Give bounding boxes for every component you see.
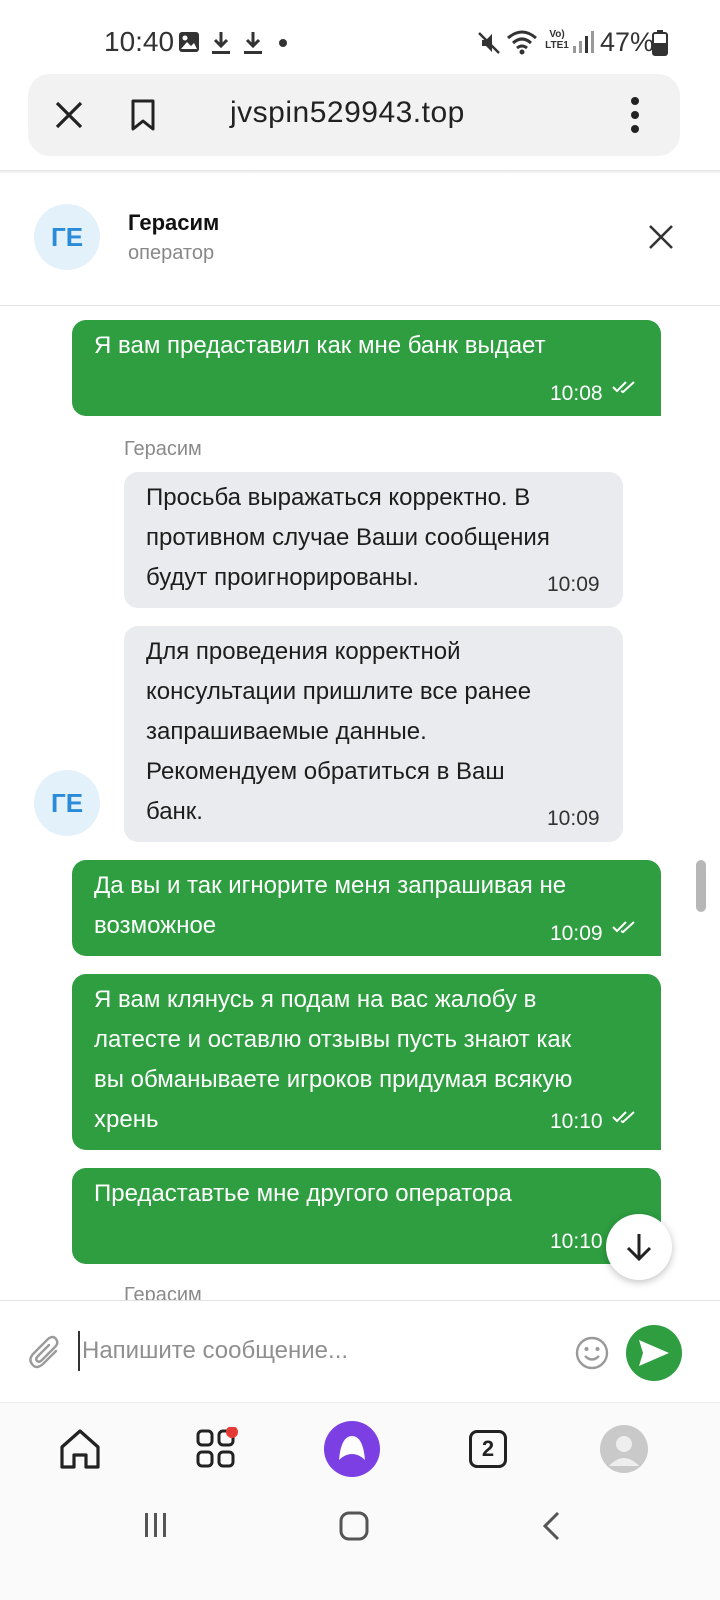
- message-outgoing: Я вам клянусь я подам на вас жалобу в ла…: [72, 974, 661, 1150]
- message-time: 10:10: [550, 1230, 603, 1253]
- send-button[interactable]: [626, 1325, 682, 1381]
- message-line: латесте и оставлю отзывы пусть знают как: [94, 1026, 572, 1053]
- mute-icon: [478, 32, 500, 54]
- more-vert-icon[interactable]: [628, 96, 642, 134]
- home-icon: [60, 1429, 100, 1469]
- operator-role: оператор: [128, 242, 215, 264]
- alice-icon: [324, 1421, 380, 1477]
- nav-alice[interactable]: [320, 1417, 384, 1481]
- battery-percent: 47%: [600, 27, 655, 57]
- operator-avatar: ГЕ: [34, 770, 100, 836]
- message-text: Я вам предаставил как мне банк выдает: [94, 332, 546, 359]
- arrow-down-icon: [626, 1234, 652, 1262]
- message-composer: [0, 1300, 720, 1400]
- message-input[interactable]: [78, 1331, 558, 1371]
- download-icon: [212, 32, 230, 54]
- send-icon: [639, 1340, 669, 1366]
- message-line: консультации пришлите все ранее: [146, 678, 532, 705]
- image-icon: [179, 32, 199, 52]
- services-icon: [196, 1427, 238, 1468]
- message-time: 10:09: [550, 922, 603, 945]
- message-line: Просьба выражаться корректно. В: [146, 484, 531, 511]
- message-list[interactable]: Я вам предаставил как мне банк выдает 10…: [0, 306, 720, 1300]
- nav-home[interactable]: [48, 1417, 112, 1481]
- system-navigation: [0, 1492, 720, 1600]
- message-line: Предаставтье мне другого оператора: [94, 1180, 512, 1207]
- read-checks-icon: [612, 1111, 635, 1124]
- message-line: банк.: [146, 798, 203, 825]
- message-outgoing: Да вы и так игнорите меня запрашивая не …: [72, 860, 661, 956]
- wifi-icon: [507, 30, 537, 55]
- attach-icon[interactable]: [28, 1335, 62, 1371]
- profile-icon: [600, 1425, 648, 1473]
- scroll-down-button[interactable]: [606, 1214, 672, 1280]
- message-line: Для проведения корректной: [146, 638, 461, 665]
- message-line: Да вы и так игнорите меня запрашивая не: [94, 872, 567, 899]
- status-bar: 10:40 Vo) LTE1 47%: [0, 0, 720, 76]
- message-line: запрашиваемые данные.: [146, 718, 427, 745]
- signal-icon: [573, 31, 594, 53]
- home-button-icon[interactable]: [338, 1510, 370, 1542]
- message-line: будут проигнорированы.: [146, 564, 419, 591]
- message-incoming: Просьба выражаться корректно. В противно…: [124, 472, 623, 608]
- url-text[interactable]: jvspin529943.top: [230, 96, 465, 130]
- operator-name: Герасим: [128, 210, 220, 235]
- sender-name: Герасим: [124, 438, 202, 460]
- nav-tabs[interactable]: 2: [456, 1417, 520, 1481]
- sender-name: Герасим: [124, 1284, 202, 1300]
- scrollbar-thumb[interactable]: [696, 860, 706, 912]
- bottom-navigation: 2: [0, 1402, 720, 1492]
- operator-avatar: ГЕ: [34, 204, 100, 270]
- message-line: вы обманываете игроков придумая всякую: [94, 1066, 573, 1093]
- recents-icon[interactable]: [142, 1510, 170, 1540]
- emoji-icon[interactable]: [574, 1335, 610, 1371]
- chat-header: ГЕ Герасим оператор: [0, 174, 720, 306]
- tabs-count: 2: [469, 1430, 507, 1468]
- network-label: Vo) LTE1: [545, 29, 569, 51]
- message-line: Я вам клянусь я подам на вас жалобу в: [94, 986, 537, 1013]
- read-checks-icon: [612, 381, 635, 394]
- close-chat-icon[interactable]: [648, 224, 674, 250]
- battery-icon: [652, 30, 668, 56]
- close-icon[interactable]: [54, 100, 84, 130]
- message-outgoing: Предаставтье мне другого оператора 10:10: [72, 1168, 661, 1264]
- read-checks-icon: [612, 921, 635, 934]
- back-icon[interactable]: [540, 1510, 562, 1542]
- message-outgoing: Я вам предаставил как мне банк выдает 10…: [72, 320, 661, 416]
- message-time: 10:10: [550, 1110, 603, 1133]
- browser-toolbar: jvspin529943.top: [28, 74, 680, 156]
- message-line: противном случае Ваши сообщения: [146, 524, 550, 551]
- nav-services[interactable]: [184, 1417, 248, 1481]
- message-incoming: Для проведения корректной консультации п…: [124, 626, 623, 842]
- message-time: 10:09: [547, 573, 600, 596]
- status-time: 10:40: [104, 26, 175, 57]
- nav-profile[interactable]: [592, 1417, 656, 1481]
- bookmark-icon[interactable]: [130, 98, 156, 132]
- message-time: 10:08: [550, 382, 603, 405]
- dot-icon: [279, 39, 287, 47]
- message-line: Рекомендуем обратиться в Ваш: [146, 758, 505, 785]
- download-icon: [244, 32, 262, 54]
- message-time: 10:09: [547, 807, 600, 830]
